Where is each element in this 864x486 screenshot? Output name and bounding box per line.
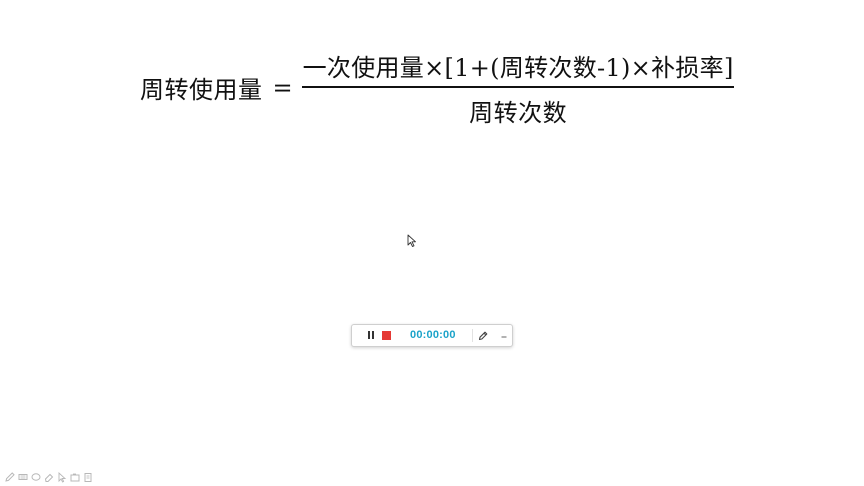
tool-clipboard[interactable] — [82, 471, 94, 483]
tool-pen[interactable] — [4, 471, 16, 483]
pause-icon — [368, 331, 370, 339]
formula-fraction: 一次使用量×[1+(周转次数-1)×补损率] 周转次数 — [301, 48, 736, 128]
clipboard-icon — [84, 473, 92, 482]
stop-button[interactable] — [382, 331, 391, 340]
formula-numerator: 一次使用量×[1+(周转次数-1)×补损率] — [302, 54, 734, 82]
tool-camera[interactable] — [69, 471, 81, 483]
mouse-cursor-icon — [407, 234, 416, 247]
toolbar-divider — [472, 329, 473, 342]
recording-timer: 00:00:00 — [410, 329, 456, 341]
pause-button[interactable] — [367, 331, 375, 340]
tool-highlighter[interactable] — [17, 471, 29, 483]
pen-icon — [5, 472, 15, 482]
minimize-icon — [501, 336, 507, 338]
tool-shape[interactable] — [30, 471, 42, 483]
slide-canvas: 周转使用量 = 一次使用量×[1+(周转次数-1)×补损率] 周转次数 — [0, 0, 864, 486]
pen-icon — [478, 331, 488, 341]
formula: 周转使用量 = 一次使用量×[1+(周转次数-1)×补损率] 周转次数 — [140, 48, 736, 128]
formula-equals: = — [272, 73, 293, 102]
pointer-icon — [58, 471, 67, 483]
tool-eraser[interactable] — [43, 471, 55, 483]
formula-lhs: 周转使用量 — [140, 76, 263, 105]
minimize-button[interactable] — [500, 327, 508, 338]
eraser-icon — [44, 473, 54, 482]
formula-denominator: 周转次数 — [469, 98, 568, 127]
shape-icon — [31, 473, 41, 481]
tool-pointer[interactable] — [56, 471, 68, 483]
highlighter-icon — [18, 474, 28, 480]
camera-icon — [70, 473, 80, 482]
annotation-toolbar — [4, 471, 94, 483]
recording-toolbar: 00:00:00 — [351, 324, 513, 347]
pen-button[interactable] — [477, 329, 489, 341]
